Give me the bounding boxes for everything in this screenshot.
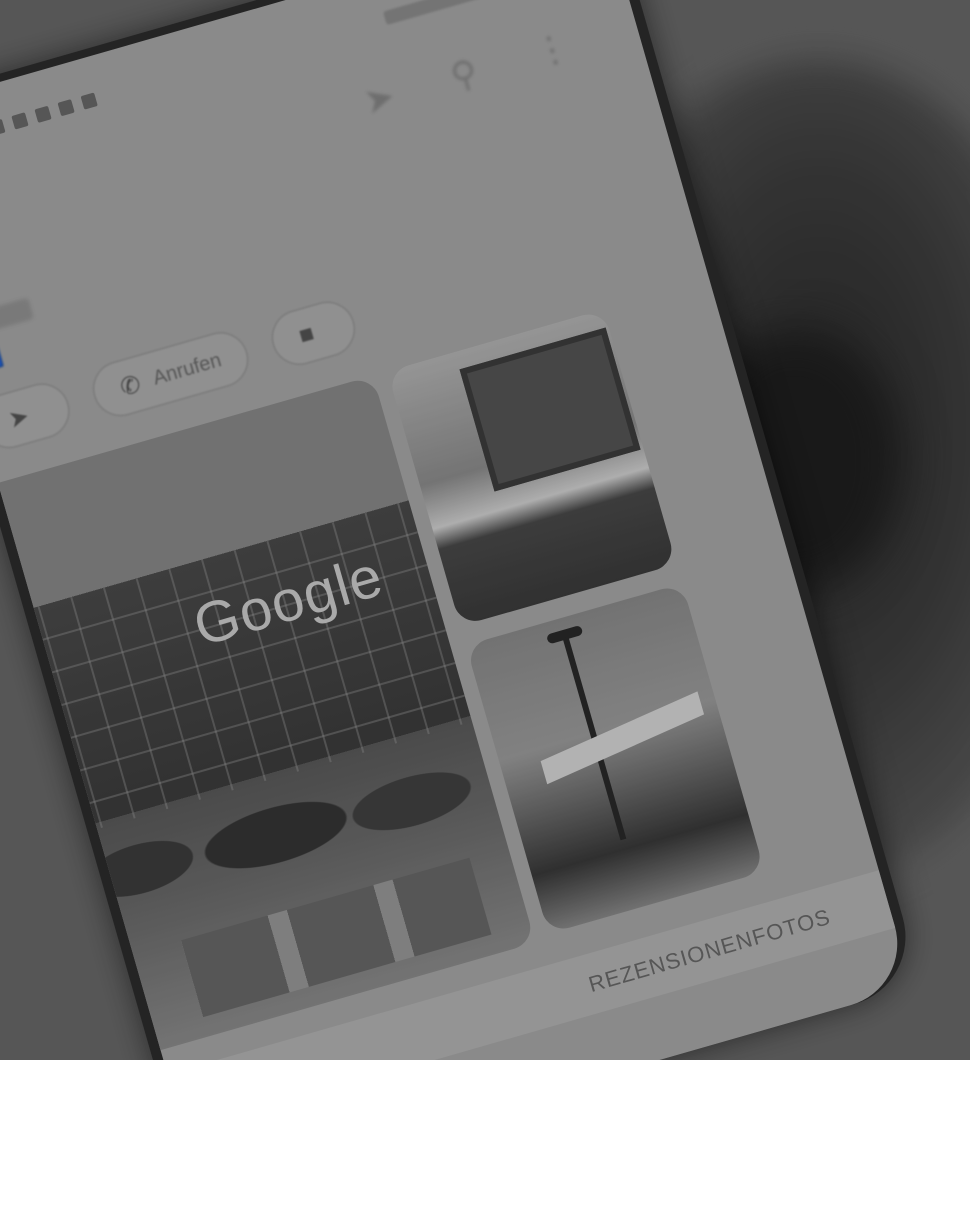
share-icon[interactable]: ➤ bbox=[359, 75, 400, 124]
tab-photos[interactable]: FOTOS bbox=[749, 904, 833, 951]
notification-icon bbox=[57, 99, 75, 117]
directions-icon: ➤ bbox=[5, 401, 33, 434]
more-icon[interactable]: ⋮ bbox=[529, 24, 575, 74]
notification-icon bbox=[0, 118, 6, 137]
phone-icon: ✆ bbox=[117, 369, 144, 402]
status-icons bbox=[0, 92, 98, 137]
tab-reviews[interactable]: REZENSIONEN bbox=[586, 926, 757, 998]
call-label: Anrufen bbox=[150, 348, 224, 390]
website-icon: ■ bbox=[295, 319, 318, 350]
directions-button[interactable]: ➤ bbox=[0, 376, 77, 456]
call-button[interactable]: ✆ Anrufen bbox=[86, 325, 256, 424]
notification-icon bbox=[80, 92, 98, 110]
app-bar-actions: ➤ ⚲ ⋮ bbox=[359, 24, 575, 123]
search-icon[interactable]: ⚲ bbox=[446, 51, 483, 99]
notification-icon bbox=[34, 105, 52, 123]
building-window bbox=[459, 327, 641, 492]
place-title bbox=[0, 297, 35, 338]
website-button[interactable]: ■ bbox=[265, 294, 362, 372]
blank-area bbox=[0, 1060, 970, 1217]
tab-more[interactable]: NE bbox=[889, 877, 913, 911]
notification-icon bbox=[11, 112, 29, 130]
accessibility-icon: ♿ bbox=[0, 342, 6, 374]
status-indicators bbox=[382, 0, 551, 26]
canopy bbox=[540, 691, 705, 785]
background-photo: ➤ ⚲ ⋮ ♿ ➤ ✆ Anrufen ■ Google REZENSIONEN… bbox=[0, 0, 970, 1060]
